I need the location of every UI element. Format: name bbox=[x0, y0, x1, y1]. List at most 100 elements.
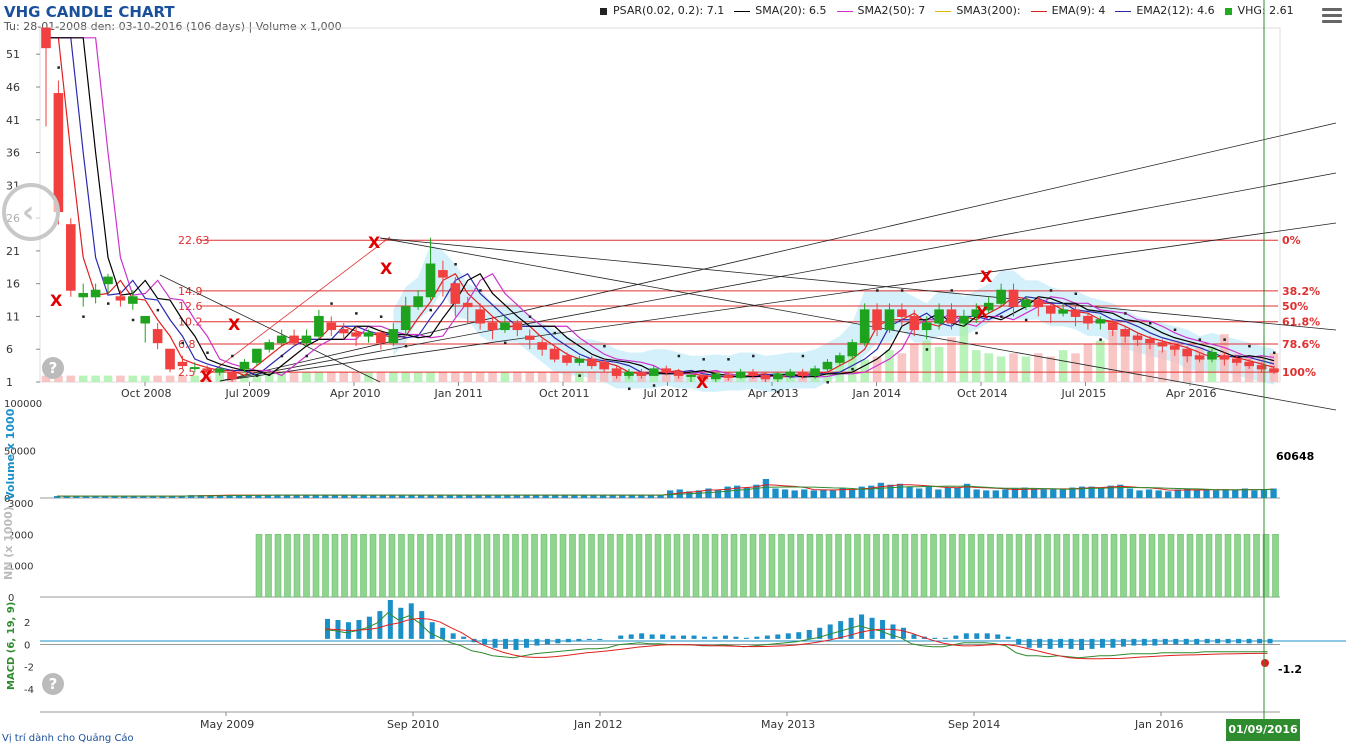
volume-bar bbox=[1165, 491, 1172, 498]
ad-footer[interactable]: Vị trí dành cho Quảng Cáo bbox=[2, 733, 134, 744]
macd-hist-bar bbox=[775, 634, 781, 639]
price-volume-ghost-bar bbox=[934, 346, 944, 382]
price-volume-ghost-bar bbox=[500, 372, 510, 382]
price-volume-ghost-bar bbox=[1071, 353, 1080, 382]
volume-bar bbox=[1174, 489, 1181, 498]
candle-body bbox=[1219, 355, 1230, 360]
macd-hist-bar bbox=[681, 635, 687, 639]
psar-dot bbox=[1198, 338, 1202, 341]
nn-bar bbox=[312, 534, 320, 598]
candle-body bbox=[475, 309, 485, 324]
nn-bar bbox=[1053, 534, 1061, 598]
nn-bar bbox=[1139, 534, 1146, 598]
menu-icon[interactable] bbox=[1322, 8, 1342, 24]
price-volume-ghost-bar bbox=[153, 375, 162, 382]
candle-body bbox=[586, 358, 597, 367]
macd-ytick-label: -2 bbox=[24, 663, 34, 674]
psar-dot bbox=[627, 387, 631, 391]
nn-bar bbox=[1253, 534, 1260, 598]
candle-body bbox=[1008, 289, 1019, 308]
nn-bar bbox=[597, 534, 605, 598]
macd-hist-bar bbox=[1068, 638, 1074, 649]
psar-dot bbox=[975, 331, 978, 335]
macd-hist-bar bbox=[1131, 638, 1137, 646]
candle-body bbox=[400, 306, 411, 331]
price-xtick-label: Jul 2012 bbox=[643, 387, 689, 400]
volume-bar bbox=[1222, 489, 1229, 498]
candle-body bbox=[301, 335, 312, 344]
help-icon-macd[interactable]: ? bbox=[42, 673, 64, 695]
psar-dot bbox=[1173, 328, 1177, 332]
price-volume-ghost-bar bbox=[1083, 343, 1093, 382]
nn-bar bbox=[749, 534, 757, 598]
fib-right-label: 100% bbox=[1282, 366, 1316, 379]
nn-bar bbox=[844, 534, 852, 598]
chart-canvas[interactable]: 1611162126313641465122.630%14.938.2%12.6… bbox=[0, 0, 1346, 745]
volume-bar bbox=[762, 479, 770, 498]
candle-body bbox=[53, 93, 64, 213]
price-volume-ghost-bar bbox=[351, 372, 361, 382]
nn-bar bbox=[322, 534, 329, 598]
candle-body bbox=[1120, 329, 1130, 337]
nn-bar bbox=[588, 534, 595, 598]
candle-body bbox=[1033, 299, 1044, 308]
psar-dot bbox=[900, 289, 904, 292]
nn-bar bbox=[1186, 534, 1194, 598]
candle-body bbox=[921, 322, 932, 331]
nn-bar bbox=[1110, 534, 1118, 598]
macd-hist-bar bbox=[712, 636, 718, 639]
price-volume-ghost-bar bbox=[537, 372, 547, 382]
candle-body bbox=[1256, 365, 1267, 370]
candle-body bbox=[462, 302, 473, 308]
volume-bar bbox=[1136, 490, 1143, 498]
macd-hist-bar bbox=[1225, 638, 1231, 644]
psar-dot bbox=[950, 289, 953, 292]
nn-bar bbox=[635, 534, 643, 598]
nn-bar bbox=[559, 534, 567, 598]
volume-ytick-label: 100000 bbox=[4, 399, 42, 410]
price-ytick-label: 51 bbox=[6, 48, 20, 61]
candle-body bbox=[41, 27, 51, 49]
candle-body bbox=[1194, 355, 1205, 360]
macd-hist-bar bbox=[628, 634, 634, 639]
candle-body bbox=[351, 332, 361, 337]
x-marker: X bbox=[228, 315, 241, 334]
help-icon[interactable]: ? bbox=[42, 357, 64, 379]
nn-bar bbox=[996, 534, 1004, 598]
nn-bar bbox=[303, 534, 310, 598]
nn-bar bbox=[369, 534, 377, 598]
nn-bar bbox=[968, 534, 975, 598]
psar-dot bbox=[355, 312, 358, 315]
nn-bar bbox=[616, 534, 624, 598]
nn-bar bbox=[949, 534, 956, 598]
psar-dot bbox=[1248, 344, 1251, 348]
price-xtick-label: Jul 2009 bbox=[225, 387, 271, 400]
macd-hist-bar bbox=[974, 633, 980, 639]
macd-hist-bar bbox=[900, 627, 906, 639]
nn-bar bbox=[863, 534, 871, 598]
macd-hist-bar bbox=[1267, 638, 1273, 644]
nn-bar bbox=[1015, 534, 1023, 598]
macd-hist-bar bbox=[953, 635, 959, 639]
nn-bar bbox=[768, 534, 776, 598]
nn-bar bbox=[464, 534, 472, 598]
back-nav-icon[interactable]: ‹ bbox=[2, 183, 60, 241]
macd-hist-bar bbox=[1005, 636, 1011, 639]
price-volume-ghost-bar bbox=[1058, 350, 1068, 382]
fib-left-label: 12.6 bbox=[178, 300, 203, 313]
price-volume-ghost-bar bbox=[587, 372, 597, 382]
psar-dot bbox=[727, 358, 730, 361]
price-xtick-label: Apr 2013 bbox=[748, 387, 799, 400]
candle-body bbox=[537, 342, 547, 350]
psar-dot bbox=[578, 374, 581, 377]
macd-hist-bar bbox=[754, 636, 760, 639]
volume-bar bbox=[781, 489, 789, 498]
nn-bar bbox=[673, 534, 681, 598]
price-ytick-label: 16 bbox=[6, 278, 20, 291]
candle-body bbox=[1169, 345, 1180, 350]
psar-dot bbox=[107, 302, 110, 305]
macd-hist-bar bbox=[544, 638, 550, 645]
nn-bar bbox=[692, 534, 700, 598]
price-xtick-label: Oct 2014 bbox=[957, 387, 1008, 400]
nn-bar bbox=[711, 534, 719, 598]
